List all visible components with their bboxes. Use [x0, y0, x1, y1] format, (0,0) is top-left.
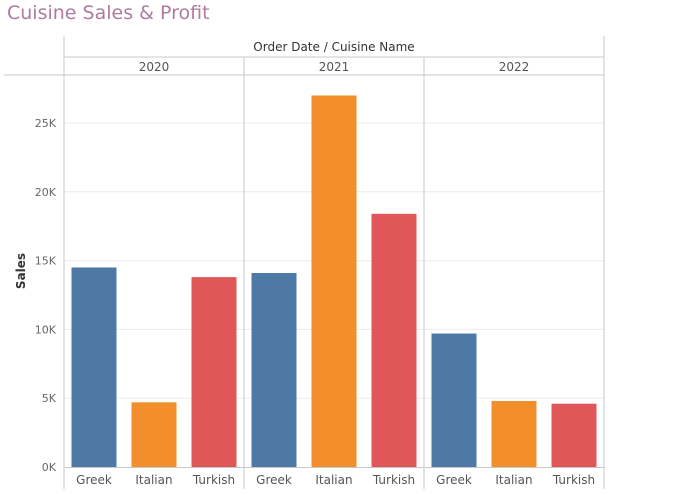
y-axis-label: Sales: [14, 253, 28, 289]
x-tick-label: Turkish: [192, 473, 235, 487]
bar: [491, 400, 537, 467]
x-tick-label: Greek: [256, 473, 292, 487]
y-tick-label: 10K: [35, 323, 57, 336]
y-axis-ticks: 0K 5K 10K 15K 20K 25K: [35, 117, 57, 474]
x-axis-ticks: Greek Italian Turkish Greek Italian Turkish Gr…: [76, 473, 595, 487]
bar: [551, 403, 597, 467]
x-tick-label: Greek: [436, 473, 472, 487]
bar: [71, 267, 117, 467]
bars: [71, 95, 597, 467]
y-tick-label: 5K: [42, 392, 57, 405]
year-header: 2021: [319, 60, 350, 74]
x-tick-label: Italian: [495, 473, 532, 487]
x-tick-label: Turkish: [372, 473, 415, 487]
x-tick-label: Turkish: [552, 473, 595, 487]
y-tick-label: 20K: [35, 186, 57, 199]
bar: [371, 213, 417, 467]
y-tick-label: 0K: [42, 461, 57, 474]
year-header: 2020: [139, 60, 170, 74]
bar: [431, 333, 477, 467]
bar: [311, 95, 357, 467]
year-headers: 2020 2021 2022: [139, 60, 530, 74]
year-header: 2022: [499, 60, 530, 74]
header-label: Order Date / Cuisine Name: [253, 40, 414, 54]
x-tick-label: Greek: [76, 473, 112, 487]
bar: [191, 277, 237, 467]
bar: [131, 402, 177, 467]
x-tick-label: Italian: [315, 473, 352, 487]
bar-chart: Order Date / Cuisine Name Sales 0K 5K 10K 1…: [4, 36, 605, 489]
y-tick-label: 15K: [35, 255, 57, 268]
x-tick-label: Italian: [135, 473, 172, 487]
y-tick-label: 25K: [35, 117, 57, 130]
bar: [251, 272, 297, 467]
